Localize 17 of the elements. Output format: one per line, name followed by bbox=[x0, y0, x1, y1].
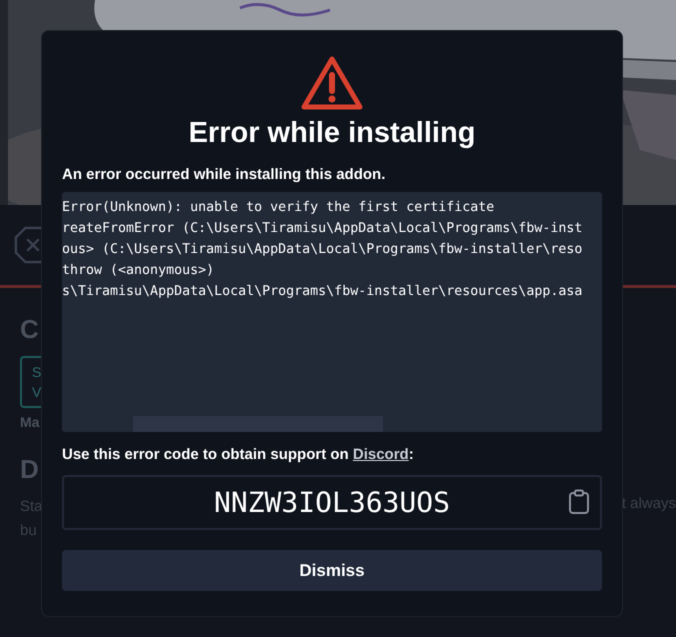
log-line: reateFromError (C:\Users\Tiramisu\AppData\Local\Programs\fbw-inst bbox=[62, 220, 584, 238]
dialog-title: Error while installing bbox=[188, 117, 476, 150]
heading: C bbox=[20, 314, 39, 346]
discord-link[interactable]: Discord bbox=[352, 446, 409, 463]
heading: D bbox=[20, 454, 39, 485]
log-line: Error(Unknown): unable to verify the first certificate bbox=[62, 199, 496, 217]
error-message: An error occurred while installing this addon. bbox=[62, 166, 386, 183]
warning-icon bbox=[300, 55, 364, 111]
label: Ma bbox=[20, 414, 40, 430]
error-code: NNZW3IOL363UOS bbox=[214, 486, 450, 519]
support-text: Use this error code to obtain support on Discord: bbox=[62, 446, 415, 463]
log-line: ous> (C:\Users\Tiramisu\AppData\Local\Programs\fbw-installer\reso bbox=[62, 241, 584, 259]
scrollbar-thumb[interactable] bbox=[133, 416, 383, 432]
log-line: throw (<anonymous>) bbox=[62, 262, 216, 280]
dismiss-button[interactable]: Dismiss bbox=[62, 550, 602, 591]
clipboard-icon[interactable] bbox=[568, 489, 590, 515]
log-line: s\Tiramisu\AppData\Local\Programs\fbw-installer\resources\app.asa bbox=[62, 283, 584, 301]
